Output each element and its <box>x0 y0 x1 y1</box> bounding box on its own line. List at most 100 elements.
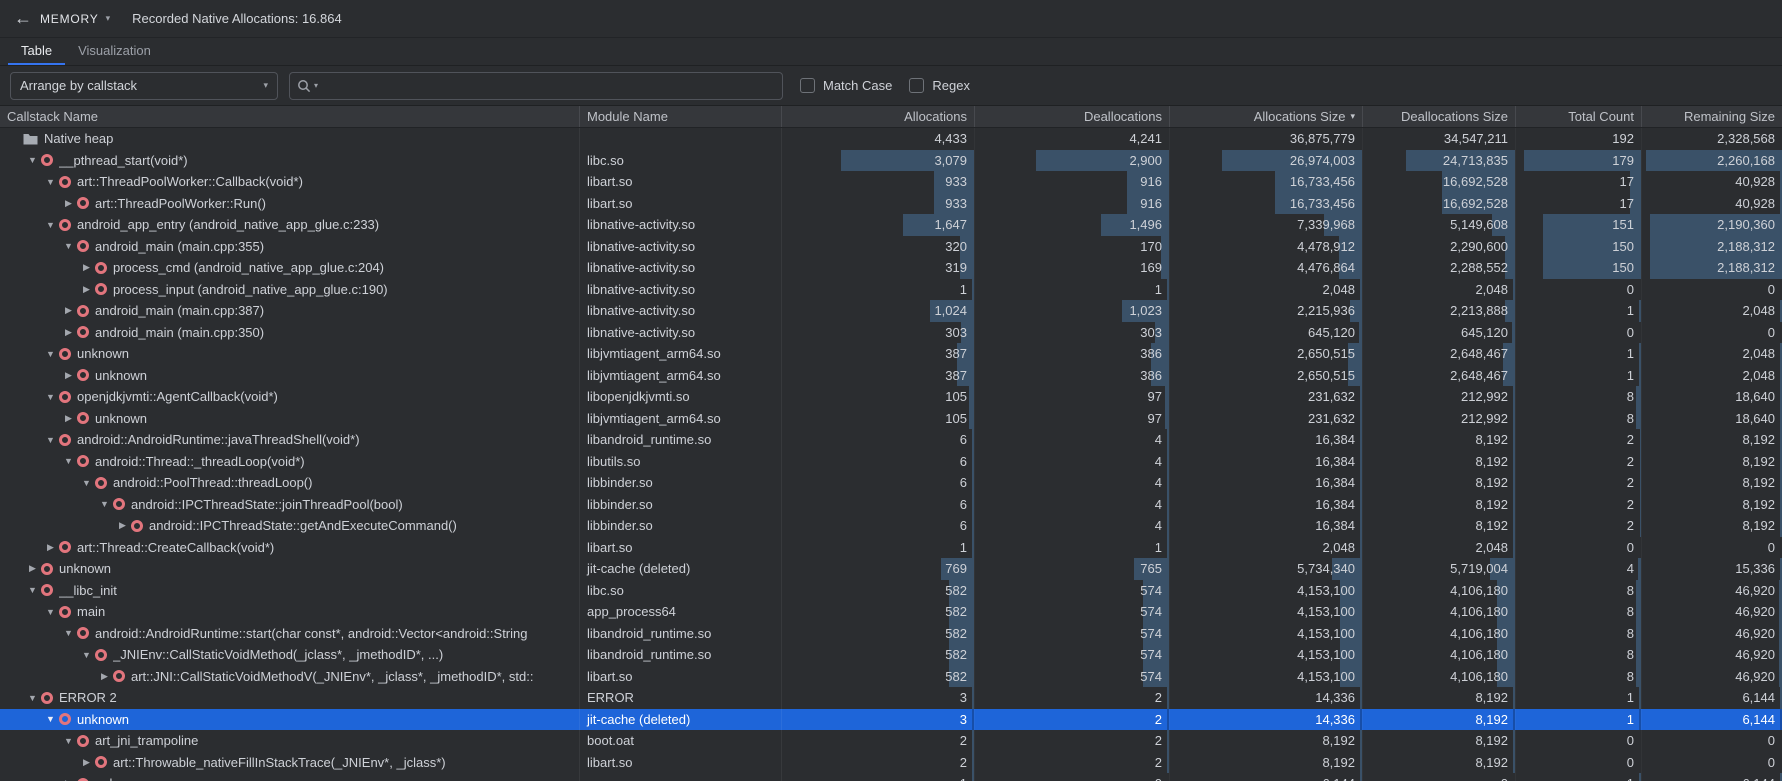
value-cell: 4,433 <box>782 128 975 150</box>
table-row[interactable]: ▶art::Throwable_nativeFillInStackTrace(_… <box>0 752 1782 774</box>
expand-arrow-icon[interactable]: ▶ <box>114 520 131 531</box>
expand-arrow-icon[interactable]: ▶ <box>42 542 59 553</box>
collapse-arrow-icon[interactable]: ▼ <box>24 155 41 165</box>
search-input[interactable] <box>324 78 775 93</box>
checkbox-icon[interactable] <box>909 78 924 93</box>
table-row[interactable]: ▶process_cmd (android_native_app_glue.c:… <box>0 257 1782 279</box>
tab-table[interactable]: Table <box>8 38 65 65</box>
table-row[interactable]: ▼__libc_initlibc.so5825744,153,1004,106,… <box>0 580 1782 602</box>
collapse-arrow-icon[interactable]: ▼ <box>60 456 77 466</box>
value-text: 1 <box>960 776 967 781</box>
column-header-allocations-size[interactable]: Allocations Size▾ <box>1170 106 1363 127</box>
expand-arrow-icon[interactable]: ▶ <box>60 370 77 381</box>
column-header-allocations[interactable]: Allocations <box>782 106 975 127</box>
regex-checkbox[interactable]: Regex <box>909 78 970 93</box>
value-proportion-bar <box>1513 472 1515 494</box>
expand-arrow-icon[interactable]: ▶ <box>24 563 41 574</box>
table-row[interactable]: ▼__pthread_start(void*)libc.so3,0792,900… <box>0 150 1782 172</box>
table-row[interactable]: ▼android_app_entry (android_native_app_g… <box>0 214 1782 236</box>
arrange-dropdown[interactable]: Arrange by callstack ▾ <box>10 72 278 100</box>
table-row[interactable]: ▼openjdkjvmti::AgentCallback(void*)libop… <box>0 386 1782 408</box>
table-row[interactable]: ▼art::ThreadPoolWorker::Callback(void*)l… <box>0 171 1782 193</box>
expand-arrow-icon[interactable]: ▶ <box>60 305 77 316</box>
table-row[interactable]: ▼ android::AndroidRuntime::javaThreadShel… <box>0 429 1782 451</box>
column-header-total-count[interactable]: Total Count <box>1516 106 1642 127</box>
column-header-remaining-size[interactable]: Remaining Size <box>1642 106 1782 127</box>
table-row[interactable]: Native heap4,4334,24136,875,77934,547,21… <box>0 128 1782 150</box>
collapse-arrow-icon[interactable]: ▼ <box>42 435 59 445</box>
table-row[interactable]: ▼art_jni_trampolineboot.oat228,1928,1920… <box>0 730 1782 752</box>
value-proportion-bar <box>1167 515 1169 537</box>
value-text: 8,192 <box>1475 497 1508 512</box>
table-row[interactable]: ▼android::Thread::_threadLoop(void*)libu… <box>0 451 1782 473</box>
value-text: 574 <box>1140 669 1162 684</box>
table-row[interactable]: ▼android::AndroidRuntime::start(char con… <box>0 623 1782 645</box>
collapse-arrow-icon[interactable]: ▼ <box>42 177 59 187</box>
tree-indent <box>0 676 96 677</box>
tree-indent <box>0 353 42 354</box>
collapse-arrow-icon[interactable]: ▼ <box>42 607 59 617</box>
value-text: 46,920 <box>1735 669 1775 684</box>
expand-arrow-icon[interactable]: ▶ <box>60 413 77 424</box>
search-box[interactable]: ▾ <box>289 72 783 100</box>
table-row[interactable]: ▶unknownjit-cache (deleted)7697655,734,3… <box>0 558 1782 580</box>
session-selector[interactable]: MEMORY ▾ <box>40 12 110 26</box>
column-header-callstack-name[interactable]: Callstack Name <box>0 106 580 127</box>
table-row[interactable]: ▶android_main (main.cpp:350)libnative-ac… <box>0 322 1782 344</box>
collapse-arrow-icon[interactable]: ▼ <box>78 650 95 660</box>
value-text: 4,106,180 <box>1450 626 1508 641</box>
table-row[interactable]: ▼android_main (main.cpp:355)libnative-ac… <box>0 236 1782 258</box>
back-arrow-icon[interactable]: ← <box>14 8 40 29</box>
value-cell: 8,192 <box>1642 494 1782 516</box>
column-header-deallocations-size[interactable]: Deallocations Size <box>1363 106 1516 127</box>
value-text: 1 <box>1627 712 1634 727</box>
table-row[interactable]: ▶android_main (main.cpp:387)libnative-ac… <box>0 300 1782 322</box>
collapse-arrow-icon[interactable]: ▼ <box>60 736 77 746</box>
tree-indent <box>0 267 78 268</box>
expand-arrow-icon[interactable]: ▶ <box>60 327 77 338</box>
collapse-arrow-icon[interactable]: ▼ <box>42 714 59 724</box>
table-row[interactable]: ▶unknown106,144016,144 <box>0 773 1782 781</box>
expand-arrow-icon[interactable]: ▶ <box>60 198 77 209</box>
value-text: 2,260,168 <box>1717 153 1775 168</box>
expand-arrow-icon[interactable]: ▶ <box>96 671 113 682</box>
table-row[interactable]: ▶android::IPCThreadState::getAndExecuteC… <box>0 515 1782 537</box>
collapse-arrow-icon[interactable]: ▼ <box>60 241 77 251</box>
value-proportion-bar <box>1360 494 1362 516</box>
collapse-arrow-icon[interactable]: ▼ <box>60 628 77 638</box>
table-row[interactable]: ▼ERROR 2ERROR3214,3368,19216,144 <box>0 687 1782 709</box>
table-row[interactable]: ▼mainapp_process645825744,153,1004,106,1… <box>0 601 1782 623</box>
table-row[interactable]: ▼android::IPCThreadState::joinThreadPool… <box>0 494 1782 516</box>
table-row[interactable]: ▶unknownlibjvmtiagent_arm64.so3873862,65… <box>0 365 1782 387</box>
expand-arrow-icon[interactable]: ▶ <box>78 262 95 273</box>
checkbox-icon[interactable] <box>800 78 815 93</box>
expand-arrow-icon[interactable]: ▶ <box>78 757 95 768</box>
value-cell: 4,153,100 <box>1170 580 1363 602</box>
column-header-module-name[interactable]: Module Name <box>580 106 782 127</box>
table-row[interactable]: ▼android::PoolThread::threadLoop()libbin… <box>0 472 1782 494</box>
table-row[interactable]: ▶unknownlibjvmtiagent_arm64.so10597231,6… <box>0 408 1782 430</box>
collapse-arrow-icon[interactable]: ▼ <box>24 693 41 703</box>
table-row[interactable]: ▼unknownlibjvmtiagent_arm64.so3873862,65… <box>0 343 1782 365</box>
collapse-arrow-icon[interactable]: ▼ <box>42 220 59 230</box>
collapse-arrow-icon[interactable]: ▼ <box>96 499 113 509</box>
module-name-cell: libbinder.so <box>580 515 782 537</box>
value-proportion-bar <box>1513 752 1515 774</box>
table-row[interactable]: ▶art::JNI::CallStaticVoidMethodV(_JNIEnv… <box>0 666 1782 688</box>
table-row[interactable]: ▼unknownjit-cache (deleted)3214,3368,192… <box>0 709 1782 731</box>
callstack-name: android::AndroidRuntime::javaThreadShell… <box>77 432 360 447</box>
collapse-arrow-icon[interactable]: ▼ <box>24 585 41 595</box>
collapse-arrow-icon[interactable]: ▼ <box>78 478 95 488</box>
table-row[interactable]: ▶art::ThreadPoolWorker::Run()libart.so93… <box>0 193 1782 215</box>
value-text: 17 <box>1620 174 1634 189</box>
table-row[interactable]: ▶process_input (android_native_app_glue.… <box>0 279 1782 301</box>
expand-arrow-icon[interactable]: ▶ <box>78 284 95 295</box>
value-text: 169 <box>1140 260 1162 275</box>
table-row[interactable]: ▼_JNIEnv::CallStaticVoidMethod(_jclass*,… <box>0 644 1782 666</box>
tab-visualization[interactable]: Visualization <box>65 38 164 65</box>
collapse-arrow-icon[interactable]: ▼ <box>42 392 59 402</box>
table-row[interactable]: ▶art::Thread::CreateCallback(void*)libar… <box>0 537 1782 559</box>
collapse-arrow-icon[interactable]: ▼ <box>42 349 59 359</box>
match-case-checkbox[interactable]: Match Case <box>800 78 892 93</box>
column-header-deallocations[interactable]: Deallocations <box>975 106 1170 127</box>
